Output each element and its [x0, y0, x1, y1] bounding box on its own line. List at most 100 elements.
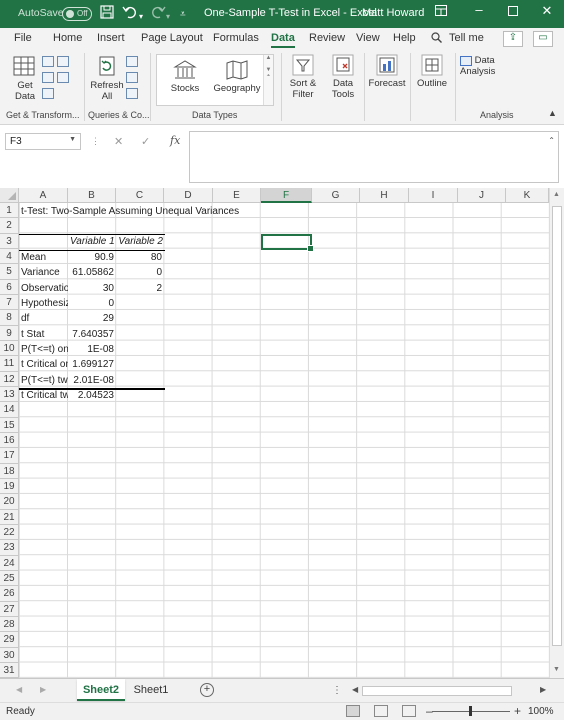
row-header-8[interactable]: 8 [0, 310, 19, 326]
cell-a5[interactable]: Variance [19, 265, 68, 280]
row-header-15[interactable]: 15 [0, 417, 19, 433]
row-header-14[interactable]: 14 [0, 402, 19, 418]
normal-view-icon[interactable] [346, 705, 360, 717]
autosave-toggle[interactable]: Off [62, 7, 92, 21]
formula-input[interactable]: ⌃ [189, 131, 559, 183]
row-header-12[interactable]: 12 [0, 371, 19, 387]
collapse-ribbon-icon[interactable]: ▲ [548, 108, 557, 118]
row-header-7[interactable]: 7 [0, 294, 19, 311]
row-header-4[interactable]: 4 [0, 248, 19, 265]
active-cell-f3[interactable] [261, 234, 314, 252]
maximize-icon[interactable] [502, 4, 524, 19]
tab-home[interactable]: Home [53, 32, 82, 44]
cell-a13[interactable]: t Critical two-tail [19, 388, 68, 403]
cell-a8[interactable]: df [19, 311, 68, 326]
ribbon-display-icon[interactable] [430, 4, 452, 19]
zoom-level[interactable]: 100% [528, 706, 554, 717]
cancel-icon[interactable]: ✕ [114, 135, 123, 148]
horizontal-scroll-thumb[interactable] [362, 686, 512, 696]
sheet-prev-icon[interactable]: ◀ [16, 685, 22, 694]
data-tools-button[interactable]: Data Tools [326, 54, 360, 100]
column-header-f[interactable]: F [261, 188, 312, 203]
row-header-19[interactable]: 19 [0, 478, 19, 495]
row-header-24[interactable]: 24 [0, 555, 19, 571]
horizontal-scrollbar[interactable]: ◀ ▶ [350, 685, 550, 697]
row-header-20[interactable]: 20 [0, 494, 19, 510]
data-analysis-button[interactable]: Data Analysis [460, 55, 532, 77]
tell-me-search[interactable]: Tell me [449, 32, 484, 44]
select-all-button[interactable] [0, 188, 19, 203]
outline-button[interactable]: Outline [413, 54, 451, 89]
column-header-c[interactable]: C [116, 188, 164, 203]
cell-b9[interactable]: 7.640357 [68, 327, 116, 342]
redo-icon[interactable] [150, 5, 166, 23]
column-header-g[interactable]: G [312, 188, 360, 203]
row-header-31[interactable]: 31 [0, 662, 19, 678]
cell-c6[interactable]: 2 [116, 281, 164, 296]
row-header-21[interactable]: 21 [0, 509, 19, 525]
cell-b6[interactable]: 30 [68, 281, 116, 296]
user-name[interactable]: Matt Howard [362, 7, 424, 19]
row-header-18[interactable]: 18 [0, 463, 19, 479]
cell-c7[interactable] [116, 296, 164, 311]
minimize-icon[interactable]: – [468, 2, 490, 17]
column-header-j[interactable]: J [458, 188, 506, 203]
row-header-13[interactable]: 13 [0, 386, 19, 403]
undo-icon[interactable] [122, 5, 138, 23]
vertical-scrollbar[interactable]: ▲ ▼ [549, 188, 564, 678]
cell-c11[interactable] [116, 357, 164, 372]
row-header-1[interactable]: 1 [0, 203, 19, 219]
forecast-button[interactable]: Forecast [367, 54, 407, 89]
row-header-22[interactable]: 22 [0, 524, 19, 541]
cell-a9[interactable]: t Stat [19, 327, 68, 342]
page-layout-view-icon[interactable] [374, 705, 388, 717]
column-header-d[interactable]: D [164, 188, 213, 203]
scroll-right-icon[interactable]: ▶ [540, 685, 546, 694]
geography-button[interactable]: Geography [211, 59, 263, 94]
stocks-button[interactable]: Stocks [165, 59, 205, 94]
from-table-icon[interactable] [42, 72, 54, 83]
sort-filter-button[interactable]: Sort & Filter [284, 54, 322, 100]
tab-insert[interactable]: Insert [97, 32, 125, 44]
tab-file[interactable]: File [14, 32, 32, 44]
cell-a1[interactable]: t-Test: Two-Sample Assuming Unequal Vari… [19, 204, 259, 219]
tab-help[interactable]: Help [393, 32, 416, 44]
row-header-23[interactable]: 23 [0, 540, 19, 556]
row-header-9[interactable]: 9 [0, 325, 19, 341]
row-header-5[interactable]: 5 [0, 264, 19, 280]
row-header-17[interactable]: 17 [0, 448, 19, 464]
recent-sources-icon[interactable] [57, 72, 69, 83]
refresh-all-button[interactable]: Refresh All [90, 54, 124, 102]
row-header-30[interactable]: 30 [0, 647, 19, 663]
column-header-a[interactable]: A [19, 188, 68, 203]
row-header-28[interactable]: 28 [0, 616, 19, 633]
from-web-icon[interactable] [57, 56, 69, 67]
name-box[interactable]: F3 ▼ [5, 133, 81, 150]
cell-a6[interactable]: Observations [19, 281, 68, 296]
column-header-k[interactable]: K [506, 188, 549, 203]
cell-b12[interactable]: 2.01E-08 [68, 373, 116, 388]
insert-function-button[interactable]: fx [170, 134, 180, 147]
zoom-slider-thumb[interactable] [469, 706, 472, 716]
cell-b11[interactable]: 1.699127 [68, 357, 116, 372]
cell-b10[interactable]: 1E-08 [68, 342, 116, 357]
row-header-16[interactable]: 16 [0, 432, 19, 449]
tab-review[interactable]: Review [309, 32, 345, 44]
cell-a11[interactable]: t Critical one-tail [19, 357, 68, 372]
tab-split-handle[interactable]: ⋮ [332, 685, 342, 696]
row-header-10[interactable]: 10 [0, 340, 19, 357]
cell-a7[interactable]: Hypothesized Mean Difference [19, 296, 68, 311]
cell-b5[interactable]: 61.05862 [68, 265, 116, 280]
from-text-icon[interactable] [42, 56, 54, 67]
undo-dropdown-icon[interactable]: ▾ [139, 9, 143, 25]
tab-view[interactable]: View [356, 32, 380, 44]
edit-links-icon[interactable] [126, 88, 138, 99]
cell-c13[interactable] [116, 388, 164, 403]
comments-icon[interactable]: ▭ [533, 31, 553, 47]
properties-icon[interactable] [126, 72, 138, 83]
sheet-tab-sheet2[interactable]: Sheet2 [77, 679, 125, 701]
page-break-view-icon[interactable] [402, 705, 416, 717]
share-icon[interactable]: ⇪ [503, 31, 523, 47]
queries-connections-icon[interactable] [126, 56, 138, 67]
column-header-i[interactable]: I [409, 188, 458, 203]
